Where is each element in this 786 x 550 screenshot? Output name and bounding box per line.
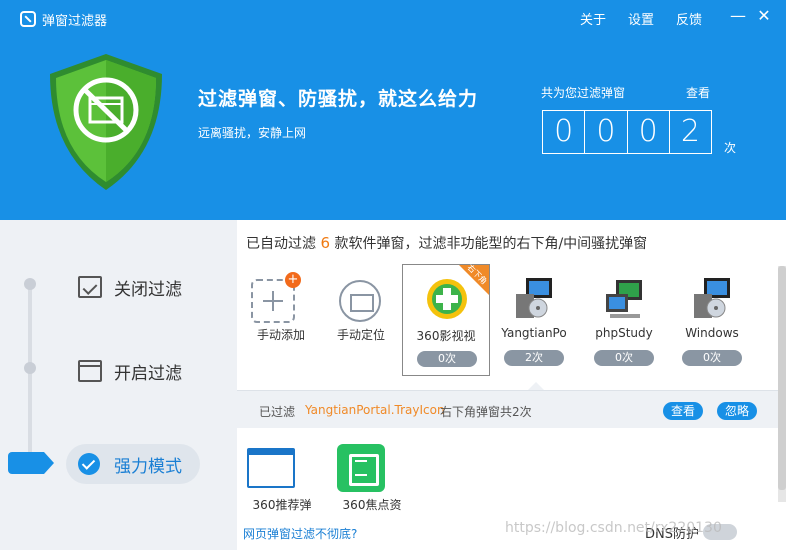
strip-app-name: YangtianPortal.TrayIcon xyxy=(305,403,445,417)
main-panel: 已自动过滤 6 款软件弹窗，过滤非功能型的右下角/中间骚扰弹窗 + 手动添加 手… xyxy=(237,220,786,550)
about-link[interactable]: 关于 xyxy=(580,9,606,28)
app-item-phpstudy[interactable]: phpStudy 0次 xyxy=(580,264,668,376)
app-logo-icon xyxy=(20,11,36,27)
item-label: 手动添加 xyxy=(256,328,305,342)
item-count-badge: 2次 xyxy=(504,350,564,366)
item-count-badge: 0次 xyxy=(417,351,477,367)
item-label: YangtianPo xyxy=(501,326,567,340)
mode-dot xyxy=(24,362,36,374)
strip-prefix: 已过滤 xyxy=(259,405,296,419)
check-circle-icon xyxy=(78,453,100,475)
sidebar: 关闭过滤 开启过滤 强力模式 xyxy=(0,220,237,550)
counter-label: 共为您过滤弹窗 xyxy=(541,86,626,100)
app-title: 弹窗过滤器 xyxy=(42,14,108,29)
header-banner: 弹窗过滤器 关于 设置 反馈 — ✕ 过滤弹窗、防骚扰，就这么给力 远离骚扰，安… xyxy=(0,0,786,220)
sidebar-item-enable[interactable]: 开启过滤 xyxy=(78,354,182,388)
summary-prefix: 已自动过滤 xyxy=(246,236,316,252)
title-bar: 弹窗过滤器 关于 设置 反馈 — ✕ xyxy=(0,0,786,34)
sidebar-item-label: 开启过滤 xyxy=(114,363,182,384)
manual-locate-button[interactable]: 手动定位 xyxy=(317,264,405,376)
close-button[interactable]: ✕ xyxy=(754,6,774,26)
scrollbar-thumb[interactable] xyxy=(778,266,786,490)
watermark: https://blog.csdn.net/rx220130 xyxy=(505,520,722,536)
item-label: 360影视视 xyxy=(416,329,476,343)
filter-counter: 0 0 0 2 xyxy=(542,110,712,154)
feedback-link[interactable]: 反馈 xyxy=(676,9,702,28)
manual-add-button[interactable]: + 手动添加 xyxy=(237,264,325,376)
item-label: 手动定位 xyxy=(336,328,385,342)
item-label: phpStudy xyxy=(595,326,653,340)
window-icon xyxy=(78,360,102,382)
counter-digit: 0 xyxy=(543,111,586,153)
installer-icon xyxy=(694,278,730,318)
counter-unit: 次 xyxy=(724,141,737,155)
sidebar-item-label: 强力模式 xyxy=(114,456,182,477)
item-count-badge: 0次 xyxy=(594,350,654,366)
app-item-windows[interactable]: Windows 0次 xyxy=(668,264,756,376)
sidebar-item-label: 关闭过滤 xyxy=(114,279,182,300)
item-count-badge: 0次 xyxy=(682,350,742,366)
crosshair-icon xyxy=(339,280,381,322)
sidebar-item-disable[interactable]: 关闭过滤 xyxy=(78,270,182,304)
window-icon xyxy=(247,448,295,488)
summary-suffix: 款软件弹窗，过滤非功能型的右下角/中间骚扰弹窗 xyxy=(334,236,648,252)
minimize-button[interactable]: — xyxy=(728,6,748,26)
item-label: 360推荐弹 xyxy=(252,498,312,512)
settings-link[interactable]: 设置 xyxy=(628,9,654,28)
plus-badge-icon: + xyxy=(285,272,301,288)
header-subtitle: 远离骚扰，安静上网 xyxy=(198,126,307,140)
counter-digit: 2 xyxy=(680,114,700,149)
shield-icon xyxy=(50,54,162,190)
sidebar-item-strong-mode[interactable]: 强力模式 xyxy=(66,444,200,484)
app-item-yangtianpo[interactable]: YangtianPo 2次 xyxy=(490,264,578,376)
installer-icon xyxy=(516,278,552,318)
scrollbar[interactable] xyxy=(778,266,786,502)
ignore-button[interactable]: 忽略 xyxy=(717,402,757,420)
counter-view-link[interactable]: 查看 xyxy=(686,84,710,101)
app-item-360video[interactable]: 右下角 360影视视 0次 xyxy=(402,263,490,376)
item-label: 360焦点资 xyxy=(342,498,402,512)
counter-digit: 0 xyxy=(628,111,670,153)
app-window: 弹窗过滤器 关于 设置 反馈 — ✕ 过滤弹窗、防骚扰，就这么给力 远离骚扰，安… xyxy=(0,0,786,550)
item-label: Windows xyxy=(685,326,739,340)
strip-suffix: 右下角弹窗共2次 xyxy=(440,405,532,419)
news-icon xyxy=(337,444,385,492)
header-title: 过滤弹窗、防骚扰，就这么给力 xyxy=(198,88,479,110)
counter-digit: 0 xyxy=(585,111,628,153)
network-icon xyxy=(606,280,642,318)
incomplete-filter-link[interactable]: 网页弹窗过滤不彻底? xyxy=(243,525,357,542)
current-mode-tag xyxy=(8,452,54,474)
detail-strip: 已过滤 YangtianPortal.TrayIcon 右下角弹窗共2次 查看 … xyxy=(237,390,778,428)
summary-count: 6 xyxy=(320,234,330,252)
view-button[interactable]: 查看 xyxy=(663,402,703,420)
filter-summary: 已自动过滤 6 款软件弹窗，过滤非功能型的右下角/中间骚扰弹窗 xyxy=(246,233,647,253)
checkbox-window-icon xyxy=(78,276,102,298)
mode-dot xyxy=(24,278,36,290)
